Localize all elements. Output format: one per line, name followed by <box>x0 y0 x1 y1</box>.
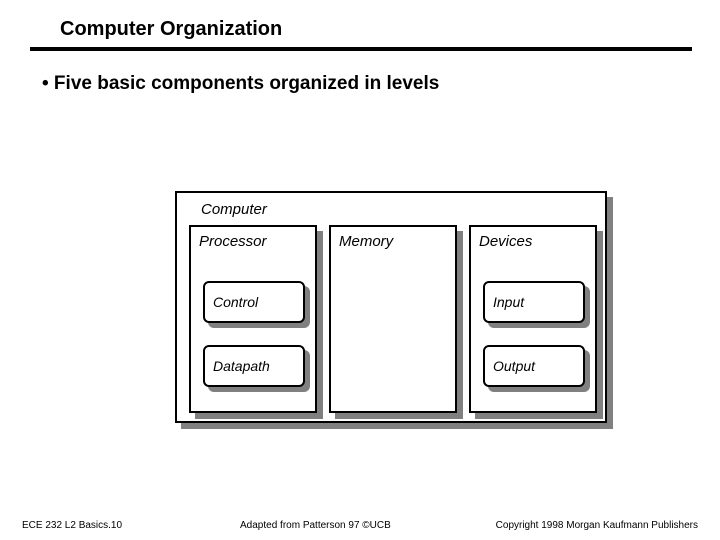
devices-box: Devices Input Output <box>469 225 597 413</box>
processor-label: Processor <box>199 233 267 250</box>
footer-left: ECE 232 L2 Basics.10 <box>22 520 122 531</box>
memory-label: Memory <box>339 233 393 250</box>
devices-label: Devices <box>479 233 532 250</box>
memory-box: Memory <box>329 225 457 413</box>
diagram: Computer Processor Control Datapath Memo… <box>175 191 607 426</box>
slide-title: Computer Organization <box>0 0 720 47</box>
datapath-box: Datapath <box>203 345 305 387</box>
footer-mid: Adapted from Patterson 97 ©UCB <box>240 520 391 531</box>
processor-box: Processor Control Datapath <box>189 225 317 413</box>
footer-right: Copyright 1998 Morgan Kaufmann Publisher… <box>496 520 698 531</box>
datapath-box-wrap: Datapath <box>203 345 305 387</box>
input-box-wrap: Input <box>483 281 585 323</box>
control-box: Control <box>203 281 305 323</box>
devices-column: Devices Input Output <box>469 225 597 413</box>
computer-label: Computer <box>201 201 267 218</box>
computer-box: Computer Processor Control Datapath Memo… <box>175 191 607 423</box>
output-box-wrap: Output <box>483 345 585 387</box>
memory-column: Memory <box>329 225 457 413</box>
output-box: Output <box>483 345 585 387</box>
processor-column: Processor Control Datapath <box>189 225 317 413</box>
control-box-wrap: Control <box>203 281 305 323</box>
input-box: Input <box>483 281 585 323</box>
bullet-text: • Five basic components organized in lev… <box>0 51 720 95</box>
